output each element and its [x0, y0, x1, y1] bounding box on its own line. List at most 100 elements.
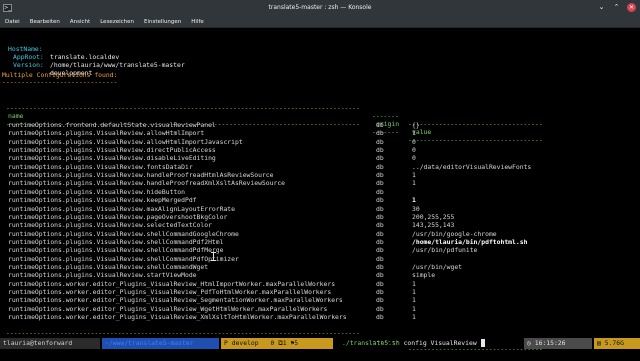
table-row: runtimeOptions.plugins.VisualReview.shel… — [0, 230, 640, 238]
config-origin: db — [376, 254, 384, 263]
config-name: runtimeOptions.plugins.VisualReview.shel… — [8, 254, 239, 263]
config-name: runtimeOptions.plugins.VisualReview.star… — [8, 271, 197, 280]
command-args: config VisualReview — [403, 339, 477, 347]
clock-icon: ◷ — [527, 339, 531, 347]
config-origin: db — [376, 187, 384, 196]
config-name: runtimeOptions.plugins.VisualReview.shel… — [8, 246, 224, 255]
config-name: runtimeOptions.plugins.VisualReview.font… — [8, 162, 193, 171]
config-value: 1 — [412, 179, 416, 188]
config-origin: db — [376, 262, 384, 271]
config-value: 1 — [412, 313, 416, 322]
table-header-rule: ----------------------------------------… — [6, 120, 543, 144]
table-bottom-rule: ----------------------------------------… — [6, 329, 543, 353]
command-script: ./translate5.sh — [342, 339, 400, 347]
config-origin: db — [376, 313, 384, 322]
table-header: name origin value — [0, 104, 640, 136]
config-origin: db — [376, 279, 384, 288]
table-top-rule: ----------------------------------------… — [6, 104, 543, 128]
table-row: runtimeOptions.worker.editor_Plugins_Vis… — [0, 288, 640, 296]
mouse-ibeam-cursor — [211, 252, 216, 261]
terminal-output[interactable]: HostName: translate.localdev AppRoot: /h… — [0, 28, 640, 353]
config-name: runtimeOptions.plugins.VisualReview.sele… — [8, 221, 212, 230]
config-origin: db — [376, 288, 384, 296]
menu-ansicht[interactable]: Ansicht — [65, 16, 95, 27]
config-value: 1 — [412, 304, 416, 313]
config-name: runtimeOptions.plugins.VisualReview.allo… — [8, 137, 243, 146]
config-origin: db — [376, 204, 384, 213]
table-row: runtimeOptions.worker.editor_Plugins_Vis… — [0, 305, 640, 313]
config-origin: db — [376, 154, 384, 163]
config-name: runtimeOptions.worker.editor_Plugins_Vis… — [8, 279, 336, 288]
prompt-user-host: tlauria@tenforward — [0, 338, 100, 349]
minimize-icon[interactable]: ⌄ — [597, 3, 606, 12]
config-origin: db — [376, 246, 384, 255]
table-row: runtimeOptions.plugins.VisualReview.maxA… — [0, 205, 640, 213]
table-row: runtimeOptions.plugins.VisualReview.page… — [0, 213, 640, 221]
config-origin: db — [376, 162, 384, 171]
memory-icon: ▤ — [597, 339, 601, 347]
section-underline: ------------------------------ — [2, 78, 118, 86]
prompt-git-status: P develop 0 ⧉1 ⚑5 — [221, 338, 333, 349]
config-origin: db — [376, 229, 384, 238]
config-value: {} — [412, 121, 420, 129]
config-value: 1 — [412, 171, 416, 180]
window-titlebar[interactable]: >_ translate5-master : zsh — Konsole ⌄ ⌃… — [0, 0, 640, 16]
config-origin: db — [376, 137, 384, 146]
config-name: runtimeOptions.worker.editor_Plugins_Vis… — [8, 304, 328, 313]
table-row: runtimeOptions.frontend.defaultState.vis… — [0, 121, 640, 129]
table-row: runtimeOptions.plugins.VisualReview.allo… — [0, 138, 640, 146]
table-row: runtimeOptions.worker.editor_Plugins_Vis… — [0, 296, 640, 304]
config-name: runtimeOptions.plugins.VisualReview.shel… — [8, 262, 209, 271]
config-name: runtimeOptions.plugins.VisualReview.shel… — [8, 237, 224, 246]
maximize-icon[interactable]: ⌃ — [612, 3, 621, 12]
menu-lesezeichen[interactable]: Lesezeichen — [95, 16, 139, 27]
text-caret — [480, 339, 485, 347]
prompt-memory: ▤ 5.76G — [594, 338, 640, 349]
config-name: runtimeOptions.plugins.VisualReview.dire… — [8, 146, 216, 155]
window-title: translate5-master : zsh — Konsole — [268, 4, 372, 11]
close-icon[interactable]: ✕ — [627, 3, 636, 12]
config-value: 1 — [412, 196, 416, 205]
config-origin: db — [376, 196, 384, 205]
command-input[interactable]: ./translate5.sh config VisualReview — [342, 338, 485, 349]
table-row: runtimeOptions.plugins.VisualReview.shel… — [0, 255, 640, 263]
table-row: runtimeOptions.plugins.VisualReview.shel… — [0, 263, 640, 271]
table-row: runtimeOptions.plugins.VisualReview.hand… — [0, 171, 640, 179]
config-origin: db — [376, 146, 384, 155]
config-value: /usr/bin/wget — [412, 262, 463, 271]
version-line: Version: development — [0, 53, 92, 77]
table-row: runtimeOptions.worker.editor_Plugins_Vis… — [0, 313, 640, 321]
git-branch: P develop — [224, 339, 259, 347]
config-name: runtimeOptions.worker.editor_Plugins_Vis… — [8, 288, 332, 296]
table-row: runtimeOptions.plugins.VisualReview.shel… — [0, 238, 640, 246]
config-name: runtimeOptions.plugins.VisualReview.hide… — [8, 187, 185, 196]
menu-einstellungen[interactable]: Einstellungen — [139, 16, 186, 27]
hostname-line: HostName: translate.localdev — [0, 37, 119, 61]
config-value: /home/tlauria/bin/pdftohtml.sh — [412, 237, 528, 246]
config-name: runtimeOptions.plugins.VisualReview.hand… — [8, 179, 286, 188]
config-name: runtimeOptions.plugins.VisualReview.keep… — [8, 196, 197, 205]
config-value: 1 — [412, 279, 416, 288]
table-row: runtimeOptions.plugins.VisualReview.shel… — [0, 246, 640, 254]
config-value: 0 — [412, 146, 416, 155]
config-name: runtimeOptions.worker.editor_Plugins_Vis… — [8, 313, 347, 322]
git-counts: 0 ⧉1 ⚑5 — [270, 339, 299, 347]
config-origin: db — [376, 296, 384, 305]
config-value: 1 — [412, 129, 416, 138]
table-row: runtimeOptions.plugins.VisualReview.hide… — [0, 188, 640, 196]
shell-prompt[interactable]: tlauria@tenforward ~/www/translate5-mast… — [0, 338, 640, 349]
menu-datei[interactable]: Datei — [0, 16, 25, 27]
table-row: runtimeOptions.plugins.VisualReview.font… — [0, 163, 640, 171]
menu-hilfe[interactable]: Hilfe — [186, 16, 209, 27]
hostname-value: translate.localdev — [50, 53, 120, 61]
config-name: runtimeOptions.plugins.VisualReview.hand… — [8, 171, 274, 180]
config-origin: db — [376, 171, 384, 180]
config-value: 0 — [412, 154, 416, 163]
table-row: runtimeOptions.plugins.VisualReview.keep… — [0, 196, 640, 204]
config-name: runtimeOptions.frontend.defaultState.vis… — [8, 121, 216, 129]
prompt-time: ◷ 16:15:26 — [524, 338, 592, 349]
menu-bearbeiten[interactable]: Bearbeiten — [25, 16, 65, 27]
table-row: runtimeOptions.plugins.VisualReview.sele… — [0, 221, 640, 229]
approot-line: AppRoot: /home/tlauria/www/translate5-ma… — [0, 45, 185, 69]
config-name: runtimeOptions.plugins.VisualReview.maxA… — [8, 204, 236, 213]
